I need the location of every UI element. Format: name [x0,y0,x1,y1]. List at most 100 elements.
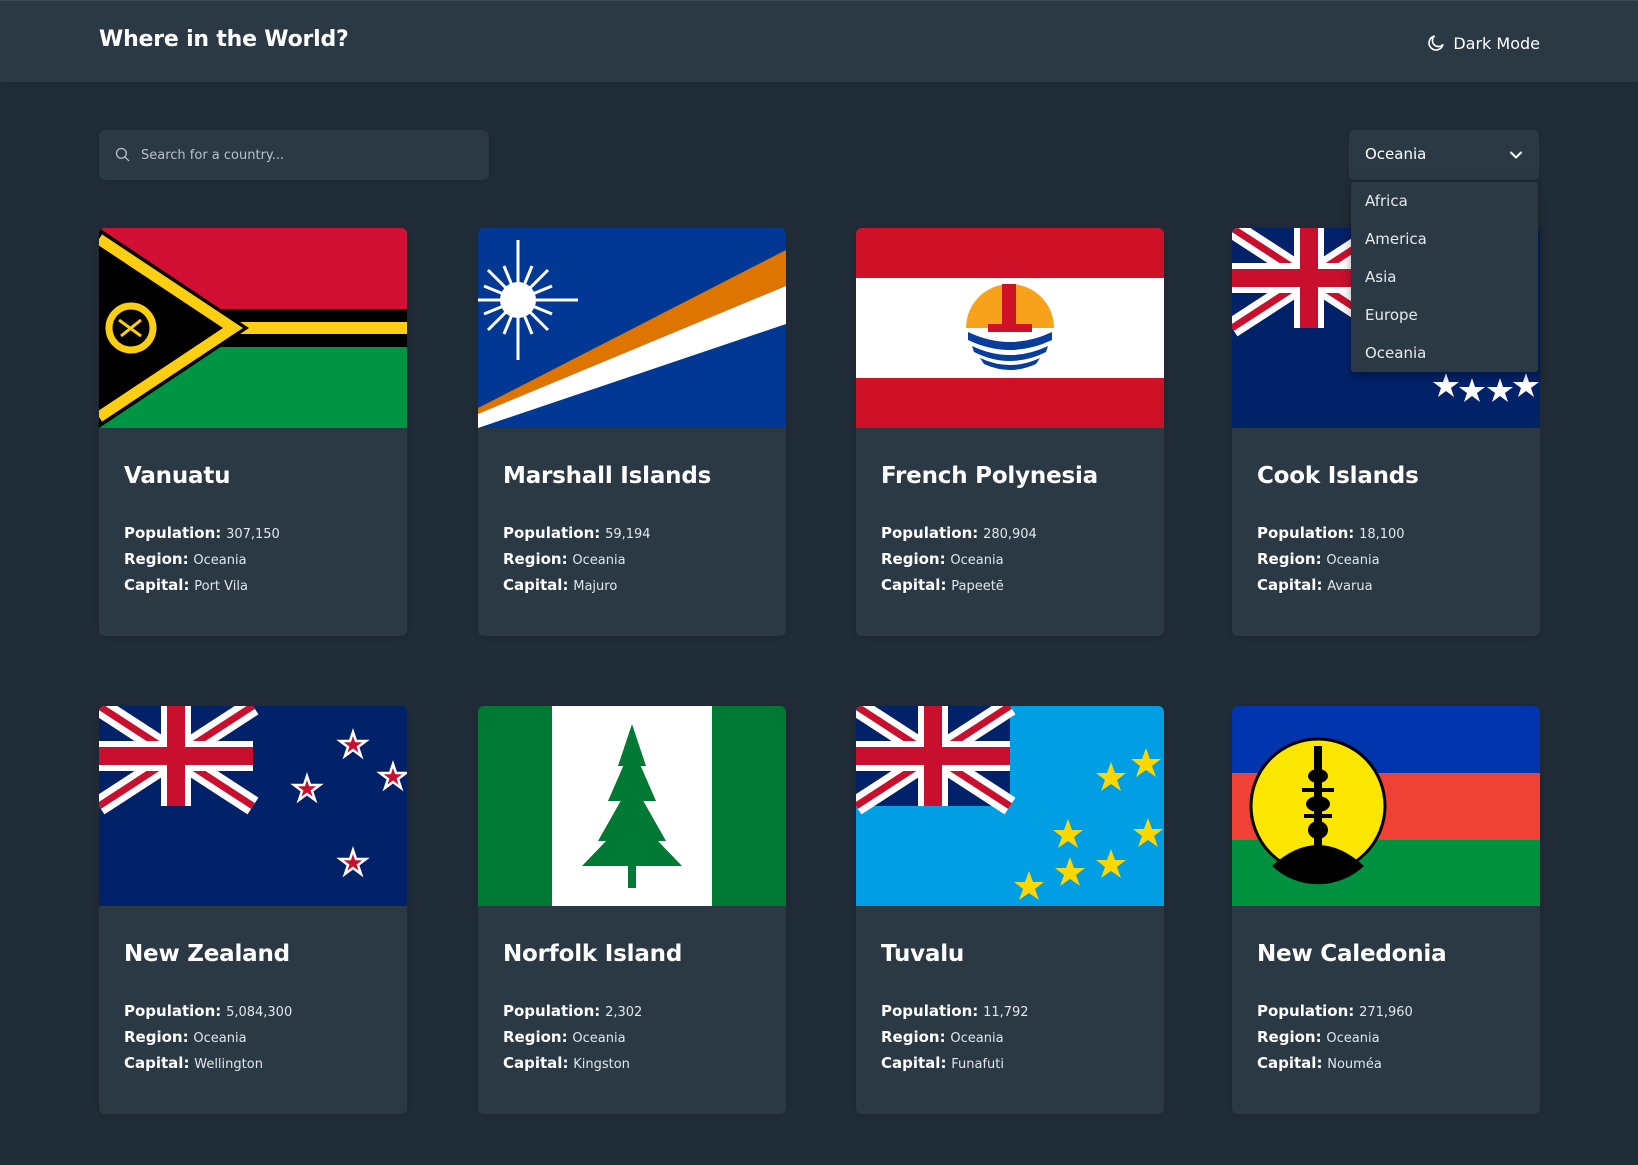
region-label: Region: [1257,550,1322,568]
region-value: Oceania [572,553,626,568]
population-stat: Population: 2,302 [503,1002,642,1020]
country-card-tuvalu[interactable]: Tuvalu Population: 11,792 Region: Oceani… [856,706,1164,1114]
population-value: 280,904 [983,527,1037,542]
region-option-africa[interactable]: Africa [1351,190,1538,228]
capital-stat: Capital: Wellington [124,1054,263,1072]
population-value: 5,084,300 [226,1005,293,1020]
capital-label: Capital: [881,1054,947,1072]
new-caledonia-flag [1232,706,1540,906]
capital-value: Majuro [573,579,618,594]
region-label: Region: [881,1028,946,1046]
french-polynesia-flag [856,228,1164,428]
population-label: Population: [503,1002,601,1020]
capital-label: Capital: [1257,576,1323,594]
country-card-new-zealand[interactable]: New Zealand Population: 5,084,300 Region… [99,706,407,1114]
country-name: Marshall Islands [503,463,712,489]
country-name: New Zealand [124,941,290,967]
country-name: Norfolk Island [503,941,683,967]
capital-label: Capital: [124,576,190,594]
capital-label: Capital: [1257,1054,1323,1072]
region-stat: Region: Oceania [881,1028,1004,1046]
country-card-new-caledonia[interactable]: New Caledonia Population: 271,960 Region… [1232,706,1540,1114]
population-stat: Population: 280,904 [881,524,1037,542]
tuvalu-flag [856,706,1164,906]
population-stat: Population: 5,084,300 [124,1002,292,1020]
population-value: 2,302 [605,1005,643,1020]
population-value: 18,100 [1359,527,1405,542]
capital-value: Kingston [573,1057,630,1072]
population-label: Population: [1257,1002,1355,1020]
region-stat: Region: Oceania [124,1028,247,1046]
region-stat: Region: Oceania [1257,550,1380,568]
region-stat: Region: Oceania [503,550,626,568]
population-label: Population: [503,524,601,542]
population-value: 307,150 [226,527,280,542]
country-name: Vanuatu [124,463,231,489]
region-option-europe[interactable]: Europe [1351,304,1538,342]
region-value: Oceania [572,1031,626,1046]
marshall-islands-flag [478,228,786,428]
country-name: New Caledonia [1257,941,1447,967]
region-label: Region: [1257,1028,1322,1046]
population-label: Population: [881,524,979,542]
region-option-america[interactable]: America [1351,228,1538,266]
new-zealand-flag [99,706,407,906]
capital-value: Funafuti [951,1057,1004,1072]
capital-label: Capital: [124,1054,190,1072]
capital-stat: Capital: Avarua [1257,576,1373,594]
population-stat: Population: 271,960 [1257,1002,1413,1020]
region-value: Oceania [950,553,1004,568]
capital-value: Nouméa [1327,1057,1382,1072]
population-stat: Population: 11,792 [881,1002,1029,1020]
region-value: Oceania [1326,1031,1380,1046]
capital-stat: Capital: Majuro [503,576,617,594]
population-label: Population: [881,1002,979,1020]
country-grid: Vanuatu Population: 307,150 Region: Ocea… [0,0,1638,1165]
country-name: French Polynesia [881,463,1098,489]
population-label: Population: [124,1002,222,1020]
population-label: Population: [1257,524,1355,542]
region-stat: Region: Oceania [124,550,247,568]
capital-value: Port Vila [194,579,248,594]
country-card-vanuatu[interactable]: Vanuatu Population: 307,150 Region: Ocea… [99,228,407,636]
capital-value: Papeetē [951,579,1004,594]
country-name: Cook Islands [1257,463,1419,489]
capital-stat: Capital: Port Vila [124,576,248,594]
vanuatu-flag [99,228,407,428]
capital-stat: Capital: Kingston [503,1054,630,1072]
population-value: 271,960 [1359,1005,1413,1020]
region-value: Oceania [1326,553,1380,568]
country-card-french-polynesia[interactable]: French Polynesia Population: 280,904 Reg… [856,228,1164,636]
region-value: Oceania [950,1031,1004,1046]
capital-label: Capital: [503,1054,569,1072]
population-label: Population: [124,524,222,542]
region-stat: Region: Oceania [503,1028,626,1046]
region-label: Region: [503,550,568,568]
country-name: Tuvalu [881,941,965,967]
region-value: Oceania [193,553,247,568]
population-value: 11,792 [983,1005,1029,1020]
region-option-asia[interactable]: Asia [1351,266,1538,304]
region-option-oceania[interactable]: Oceania [1351,342,1538,380]
region-value: Oceania [193,1031,247,1046]
region-label: Region: [124,1028,189,1046]
region-stat: Region: Oceania [881,550,1004,568]
capital-stat: Capital: Papeetē [881,576,1004,594]
capital-value: Avarua [1327,579,1373,594]
capital-stat: Capital: Funafuti [881,1054,1004,1072]
country-card-norfolk-island[interactable]: Norfolk Island Population: 2,302 Region:… [478,706,786,1114]
region-label: Region: [124,550,189,568]
region-label: Region: [881,550,946,568]
region-dropdown-menu: Africa America Asia Europe Oceania [1351,182,1538,372]
population-stat: Population: 307,150 [124,524,280,542]
region-label: Region: [503,1028,568,1046]
region-stat: Region: Oceania [1257,1028,1380,1046]
capital-stat: Capital: Nouméa [1257,1054,1382,1072]
capital-label: Capital: [503,576,569,594]
population-stat: Population: 59,194 [503,524,651,542]
population-value: 59,194 [605,527,651,542]
country-card-marshall-islands[interactable]: Marshall Islands Population: 59,194 Regi… [478,228,786,636]
norfolk-island-flag [478,706,786,906]
population-stat: Population: 18,100 [1257,524,1405,542]
capital-label: Capital: [881,576,947,594]
